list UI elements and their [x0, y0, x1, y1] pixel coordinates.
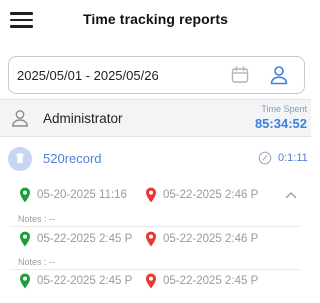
- record-row[interactable]: 520record 0:1:11: [0, 141, 311, 173]
- entry-divider: [10, 269, 301, 270]
- end-pin-icon: [146, 273, 156, 289]
- entry-end-time: 05-22-2025 2:46 P: [163, 233, 259, 245]
- page-title: Time tracking reports: [83, 11, 228, 27]
- entry-divider: [10, 226, 301, 227]
- start-pin-icon: [20, 187, 30, 203]
- app-header: Time tracking reports: [0, 0, 311, 40]
- entry-notes: Notes : --: [18, 214, 56, 224]
- date-range-value: 2025/05/01 - 2025/05/26: [17, 68, 159, 83]
- time-spent-label: Time Spent: [261, 104, 307, 114]
- user-avatar-icon: [12, 110, 28, 127]
- time-entry[interactable]: 05-20-2025 11:16 05-22-2025 2:46 P: [0, 185, 311, 207]
- user-summary-bar: Administrator Time Spent 85:34:52: [0, 99, 311, 137]
- entry-start-time: 05-22-2025 2:45 P: [37, 275, 133, 287]
- record-avatar-icon: [8, 147, 32, 171]
- calendar-icon[interactable]: [230, 65, 250, 85]
- record-name-link[interactable]: 520record: [43, 151, 102, 166]
- entry-start-time: 05-20-2025 11:16: [37, 189, 127, 201]
- start-pin-icon: [20, 231, 30, 247]
- user-name: Administrator: [43, 111, 123, 126]
- entry-start-time: 05-22-2025 2:45 P: [37, 233, 133, 245]
- user-filter-icon[interactable]: [268, 64, 290, 86]
- entry-end-time: 05-22-2025 2:45 P: [163, 275, 259, 287]
- end-pin-icon: [146, 187, 156, 203]
- entry-notes: Notes : --: [18, 257, 56, 267]
- end-pin-icon: [146, 231, 156, 247]
- timer-icon: [258, 151, 272, 165]
- chevron-up-icon[interactable]: [285, 190, 297, 200]
- date-range-field[interactable]: 2025/05/01 - 2025/05/26: [8, 56, 305, 94]
- time-spent-value: 85:34:52: [254, 116, 307, 131]
- time-entry[interactable]: 05-22-2025 2:45 P 05-22-2025 2:45 P: [0, 271, 311, 293]
- time-entry[interactable]: 05-22-2025 2:45 P 05-22-2025 2:46 P: [0, 229, 311, 251]
- start-pin-icon: [20, 273, 30, 289]
- entry-end-time: 05-22-2025 2:46 P: [163, 189, 259, 201]
- record-duration: 0:1:11: [278, 152, 308, 164]
